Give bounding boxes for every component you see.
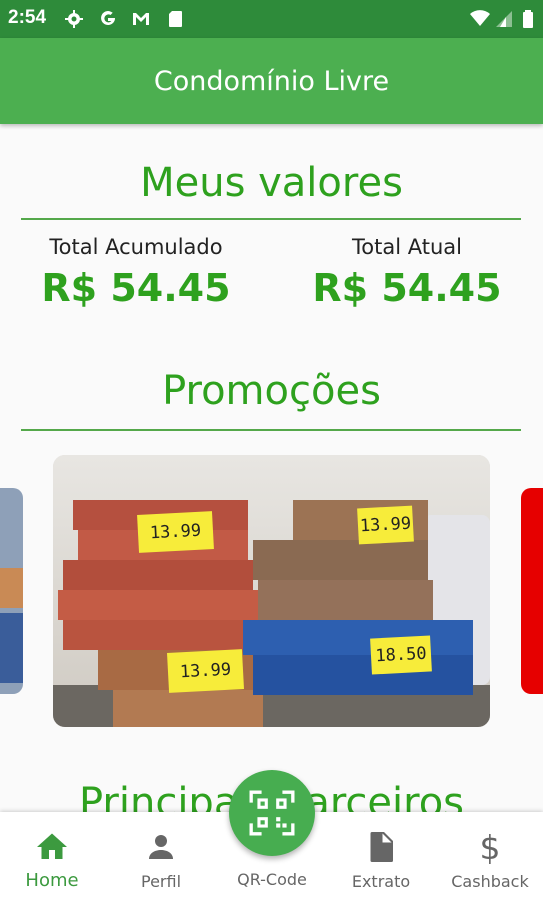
values-section-title: Meus valores [140,160,403,206]
values-divider [21,218,521,220]
price-tag: 13.99 [137,511,214,553]
status-bar: 2:54 [0,0,543,38]
google-icon [101,11,115,26]
nav-home[interactable]: Home [7,812,97,900]
battery-icon [523,10,533,28]
signal-icon [496,11,512,27]
qr-code-fab[interactable] [229,770,315,856]
person-icon [149,835,173,859]
promotions-divider [21,429,521,431]
nav-cashback[interactable]: $ Cashback [445,812,535,900]
total-current-label: Total Atual [352,235,462,259]
gear-icon [65,10,83,28]
status-time: 2:54 [8,7,47,28]
wifi-icon [470,10,490,26]
app-bar: Condomínio Livre [0,38,543,124]
dollar-icon: $ [480,829,501,865]
nav-extrato[interactable]: Extrato [336,812,426,900]
total-accumulated-label: Total Acumulado [49,235,223,259]
nav-cashback-label: Cashback [451,872,529,891]
price-tag: 13.99 [167,649,244,693]
price-tag: 13.99 [357,505,414,545]
nav-qr-code-label: QR-Code [237,870,307,889]
nav-profile[interactable]: Perfil [116,812,206,900]
qr-code-icon [249,790,295,836]
promo-card-prev[interactable] [0,488,23,694]
document-icon [370,832,393,862]
svg-text:$: $ [480,829,501,865]
nav-profile-label: Perfil [140,872,182,891]
gmail-icon [133,13,149,25]
home-icon [37,833,67,859]
price-tag: 18.50 [370,635,432,675]
promo-card-current[interactable]: 13.99 13.99 13.99 18.50 [53,455,490,727]
promotions-section-title: Promoções [162,368,381,414]
total-current-amount: R$ 54.45 [312,266,502,310]
app-title: Condomínio Livre [153,66,390,97]
nav-extrato-label: Extrato [351,872,411,891]
nav-home-label: Home [25,870,79,891]
sd-card-icon [169,11,182,27]
promo-card-next[interactable] [521,488,543,694]
total-accumulated-amount: R$ 54.45 [41,266,231,310]
